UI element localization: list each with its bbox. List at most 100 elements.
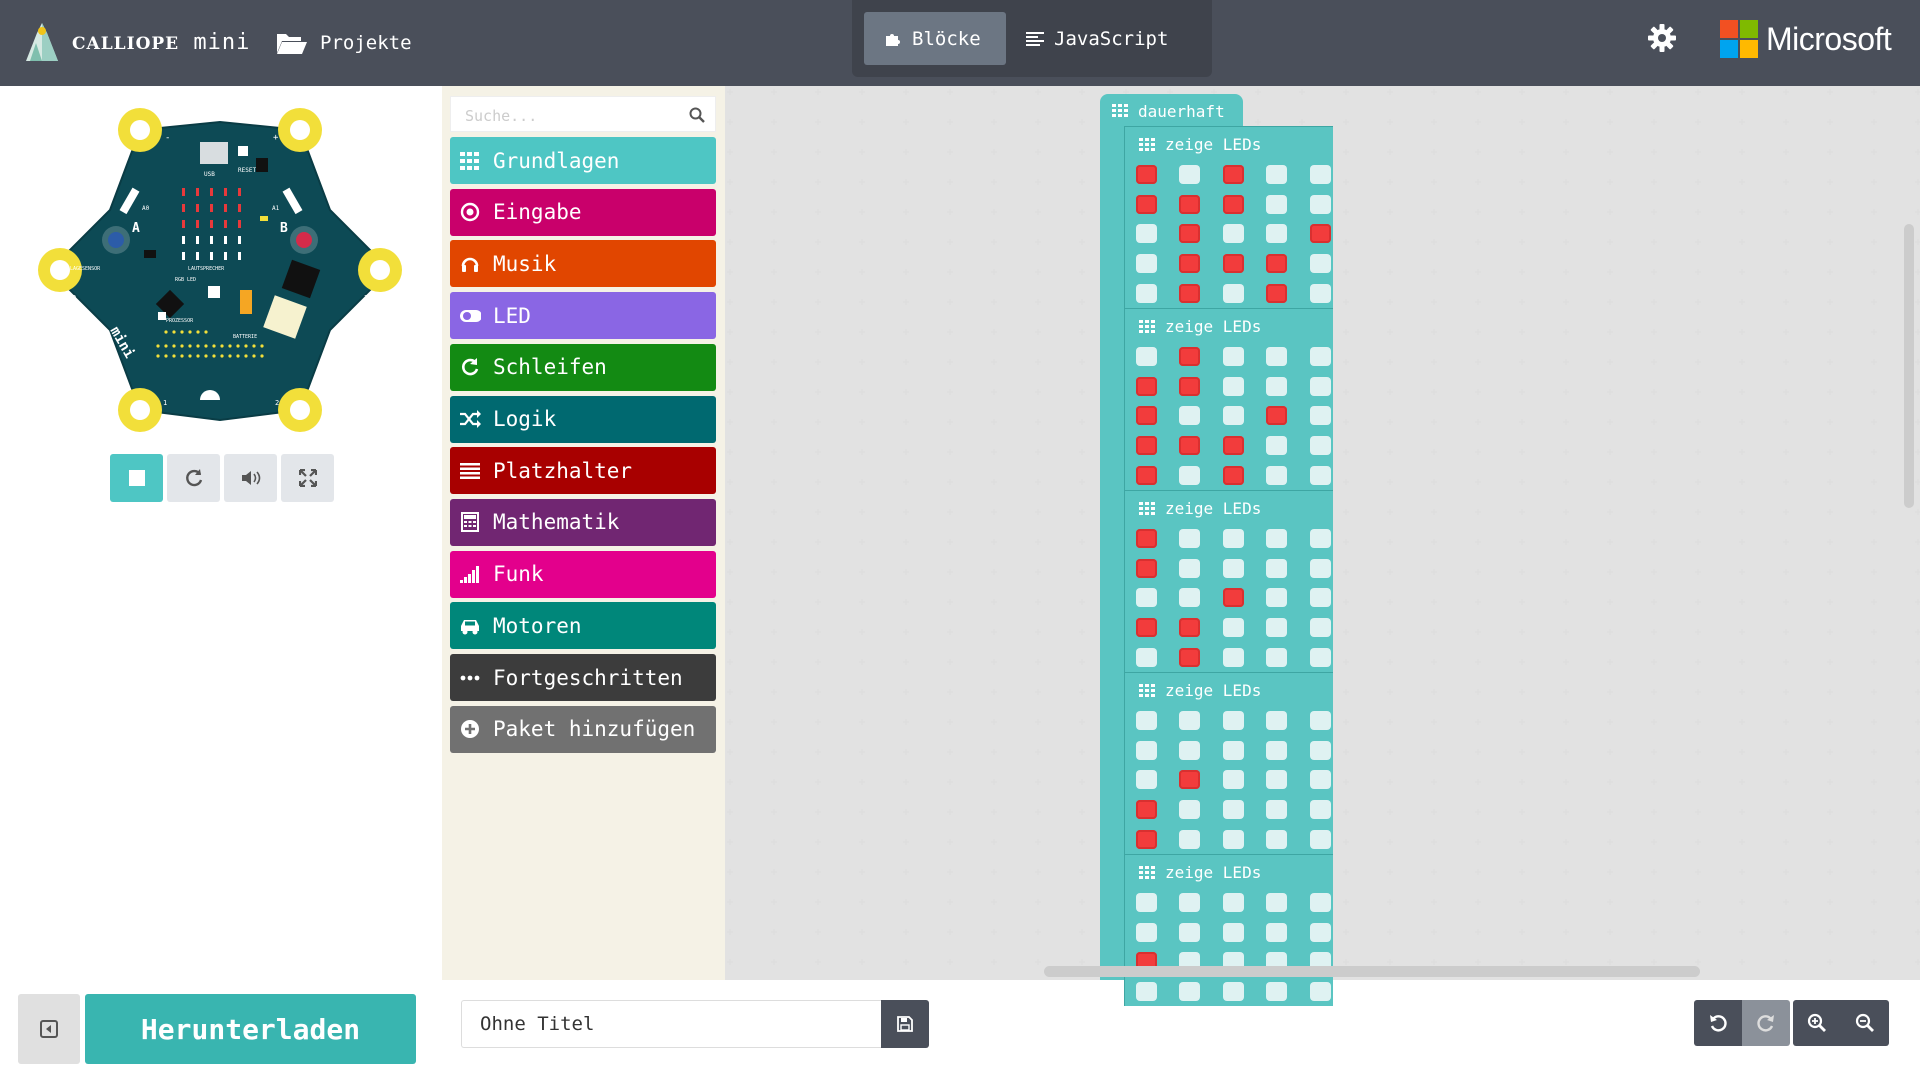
led-off-toggle[interactable] [1179,893,1200,912]
calliope-simulator-board[interactable]: - + 0 3 1 2 USB RESET A0 A1 A B LAGESENS… [30,100,410,440]
led-off-toggle[interactable] [1223,741,1244,760]
led-off-toggle[interactable] [1310,466,1331,485]
led-off-toggle[interactable] [1179,165,1200,184]
led-off-toggle[interactable] [1310,436,1331,455]
led-on-toggle[interactable] [1136,406,1157,425]
led-off-toggle[interactable] [1310,377,1331,396]
show-leds-block[interactable]: zeige LEDs [1124,126,1333,308]
led-off-toggle[interactable] [1136,741,1157,760]
led-on-toggle[interactable] [1223,466,1244,485]
led-on-toggle[interactable] [1179,224,1200,243]
led-off-toggle[interactable] [1136,588,1157,607]
category-motoren[interactable]: Motoren [450,602,716,650]
led-off-toggle[interactable] [1310,588,1331,607]
led-off-toggle[interactable] [1223,800,1244,819]
led-off-toggle[interactable] [1266,618,1287,637]
led-off-toggle[interactable] [1266,529,1287,548]
led-on-toggle[interactable] [1266,284,1287,303]
led-off-toggle[interactable] [1179,588,1200,607]
led-off-toggle[interactable] [1136,982,1157,1001]
led-off-toggle[interactable] [1223,893,1244,912]
led-off-toggle[interactable] [1223,923,1244,942]
led-off-toggle[interactable] [1266,165,1287,184]
tab-javascript[interactable]: JavaScript [1006,12,1188,65]
led-off-toggle[interactable] [1136,893,1157,912]
category-schleifen[interactable]: Schleifen [450,343,716,391]
led-on-toggle[interactable] [1136,830,1157,849]
led-on-toggle[interactable] [1223,588,1244,607]
led-on-toggle[interactable] [1310,224,1331,243]
category-paket-hinzufuegen[interactable]: Paket hinzufügen [450,705,716,753]
fullscreen-simulator-button[interactable] [281,454,334,502]
led-off-toggle[interactable] [1266,224,1287,243]
led-on-toggle[interactable] [1136,195,1157,214]
show-leds-block[interactable]: zeige LEDs [1124,854,1333,1006]
led-off-toggle[interactable] [1179,466,1200,485]
led-off-toggle[interactable] [1179,923,1200,942]
category-logik[interactable]: Logik [450,395,716,443]
led-off-toggle[interactable] [1310,618,1331,637]
led-off-toggle[interactable] [1266,195,1287,214]
show-leds-block[interactable]: zeige LEDs [1124,308,1333,490]
led-on-toggle[interactable] [1266,254,1287,273]
led-off-toggle[interactable] [1310,347,1331,366]
forever-block-body[interactable] [1100,126,1124,980]
led-off-toggle[interactable] [1136,711,1157,730]
led-off-toggle[interactable] [1223,377,1244,396]
led-on-toggle[interactable] [1136,466,1157,485]
zoom-out-button[interactable] [1841,1000,1889,1046]
led-on-toggle[interactable] [1223,165,1244,184]
led-off-toggle[interactable] [1136,224,1157,243]
led-off-toggle[interactable] [1223,982,1244,1001]
led-off-toggle[interactable] [1266,800,1287,819]
microsoft-logo[interactable]: Microsoft [1720,18,1892,60]
led-on-toggle[interactable] [1179,648,1200,667]
led-off-toggle[interactable] [1223,284,1244,303]
led-off-toggle[interactable] [1223,529,1244,548]
led-on-toggle[interactable] [1223,254,1244,273]
led-off-toggle[interactable] [1179,830,1200,849]
led-off-toggle[interactable] [1310,711,1331,730]
led-on-toggle[interactable] [1179,195,1200,214]
led-off-toggle[interactable] [1179,559,1200,578]
led-off-toggle[interactable] [1266,648,1287,667]
settings-gear-icon[interactable] [1646,22,1678,54]
led-off-toggle[interactable] [1223,618,1244,637]
led-off-toggle[interactable] [1266,466,1287,485]
led-on-toggle[interactable] [1136,529,1157,548]
led-on-toggle[interactable] [1179,770,1200,789]
led-off-toggle[interactable] [1266,377,1287,396]
workspace-vertical-scrollbar[interactable] [1904,224,1914,508]
led-off-toggle[interactable] [1266,893,1287,912]
led-off-toggle[interactable] [1310,165,1331,184]
led-off-toggle[interactable] [1136,347,1157,366]
led-off-toggle[interactable] [1266,559,1287,578]
download-button[interactable]: Herunterladen [85,994,416,1064]
led-off-toggle[interactable] [1310,982,1331,1001]
stop-simulator-button[interactable] [110,454,163,502]
led-on-toggle[interactable] [1136,800,1157,819]
save-project-button[interactable] [881,1000,929,1048]
led-on-toggle[interactable] [1179,377,1200,396]
category-funk[interactable]: Funk [450,550,716,598]
led-on-toggle[interactable] [1179,254,1200,273]
show-leds-block[interactable]: zeige LEDs [1124,490,1333,672]
led-off-toggle[interactable] [1223,406,1244,425]
led-on-toggle[interactable] [1136,559,1157,578]
tab-blocks[interactable]: Blöcke [864,12,1006,65]
led-off-toggle[interactable] [1223,224,1244,243]
workspace-horizontal-scrollbar[interactable] [1044,966,1700,977]
led-off-toggle[interactable] [1310,559,1331,578]
led-off-toggle[interactable] [1179,982,1200,1001]
led-off-toggle[interactable] [1266,982,1287,1001]
led-on-toggle[interactable] [1179,436,1200,455]
led-off-toggle[interactable] [1136,923,1157,942]
reset-button[interactable] [238,146,248,156]
led-on-toggle[interactable] [1266,406,1287,425]
led-off-toggle[interactable] [1266,711,1287,730]
led-off-toggle[interactable] [1310,284,1331,303]
led-off-toggle[interactable] [1310,406,1331,425]
led-off-toggle[interactable] [1179,406,1200,425]
led-off-toggle[interactable] [1266,741,1287,760]
led-off-toggle[interactable] [1223,559,1244,578]
